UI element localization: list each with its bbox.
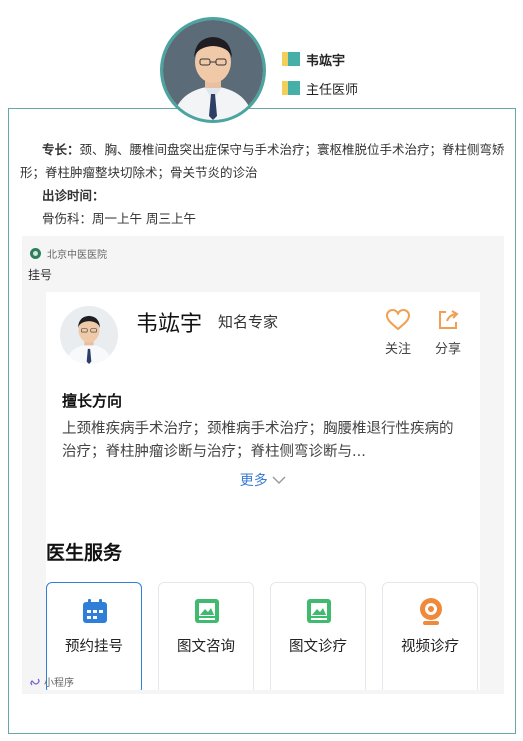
clinic-text: 骨伤科：周一上午 周三上午 xyxy=(42,211,196,226)
mini-program-card[interactable]: 北京中医医院 挂号 韦竑宇 知名专家 关注 分享 擅长方向 上颈椎疾病手术治疗；… xyxy=(22,236,504,694)
follow-button[interactable]: 关注 xyxy=(378,308,418,357)
service-label: 图文诊疗 xyxy=(289,639,347,655)
heart-icon xyxy=(385,308,411,331)
services-title: 医生服务 xyxy=(46,542,123,564)
share-label: 分享 xyxy=(434,342,461,357)
doctor-card: 韦竑宇 知名专家 关注 分享 擅长方向 上颈椎疾病手术治疗；颈椎病手术治疗；胸腰… xyxy=(46,292,480,506)
hospital-logo-icon xyxy=(30,248,41,259)
avatar xyxy=(60,306,118,364)
more-label: 更多 xyxy=(239,473,268,489)
specialty-text: 颈、胸、腰椎间盘突出症保守与手术治疗；寰枢椎脱位手术治疗；脊柱侧弯矫形；脊柱肿瘤… xyxy=(20,142,505,180)
image-icon xyxy=(195,599,219,623)
doctor-photo xyxy=(160,17,266,123)
doctor-rank: 知名专家 xyxy=(218,313,279,331)
service-text-consult[interactable]: 图文咨询 xyxy=(158,582,254,690)
more-button[interactable]: 更多 xyxy=(46,470,480,490)
share-button[interactable]: 分享 xyxy=(428,308,468,357)
service-text-diagnosis[interactable]: 图文诊疗 xyxy=(270,582,366,690)
mini-program-icon xyxy=(30,678,40,685)
follow-label: 关注 xyxy=(384,342,411,357)
tag-marker-icon xyxy=(282,52,300,66)
doctor-name-tag: 韦竑宇 xyxy=(282,50,346,69)
doctor-intro: 专长：颈、胸、腰椎间盘突出症保守与手术治疗；寰枢椎脱位手术治疗；脊柱侧弯矫形；脊… xyxy=(20,138,506,230)
doctor-title: 主任医师 xyxy=(306,82,359,98)
service-label: 图文咨询 xyxy=(177,639,235,655)
specialty-section-title: 擅长方向 xyxy=(62,392,123,410)
specialty-label: 专长： xyxy=(42,142,80,157)
specialty-paragraph: 专长：颈、胸、腰椎间盘突出症保守与手术治疗；寰枢椎脱位手术治疗；脊柱侧弯矫形；脊… xyxy=(20,138,506,184)
mini-program-source: 北京中医医院 xyxy=(30,246,107,261)
share-icon xyxy=(439,310,459,329)
mini-program-label: 小程序 xyxy=(44,678,74,689)
doctor-title-tag: 主任医师 xyxy=(282,79,359,98)
tag-marker-icon xyxy=(282,81,300,95)
doctor-card-name: 韦竑宇 xyxy=(136,312,203,337)
camera-icon xyxy=(420,598,442,625)
doctor-name: 韦竑宇 xyxy=(306,53,346,69)
mini-program-footer: 小程序 xyxy=(30,674,74,689)
mini-program-title: 挂号 xyxy=(28,268,53,282)
chevron-down-icon xyxy=(272,476,286,484)
service-label: 视频诊疗 xyxy=(401,639,459,655)
source-name: 北京中医医院 xyxy=(47,250,107,261)
mini-program-preview: 韦竑宇 知名专家 关注 分享 擅长方向 上颈椎疾病手术治疗；颈椎病手术治疗；胸腰… xyxy=(46,292,480,690)
calendar-icon xyxy=(83,599,107,623)
clinic-label: 出诊时间： xyxy=(42,188,105,203)
specialty-section-text: 上颈椎疾病手术治疗；颈椎病手术治疗；胸腰椎退行性疾病的治疗；脊柱肿瘤诊断与治疗；… xyxy=(62,421,454,460)
service-label: 预约挂号 xyxy=(65,639,123,655)
service-video-diagnosis[interactable]: 视频诊疗 xyxy=(382,582,478,690)
image-icon xyxy=(307,599,331,623)
